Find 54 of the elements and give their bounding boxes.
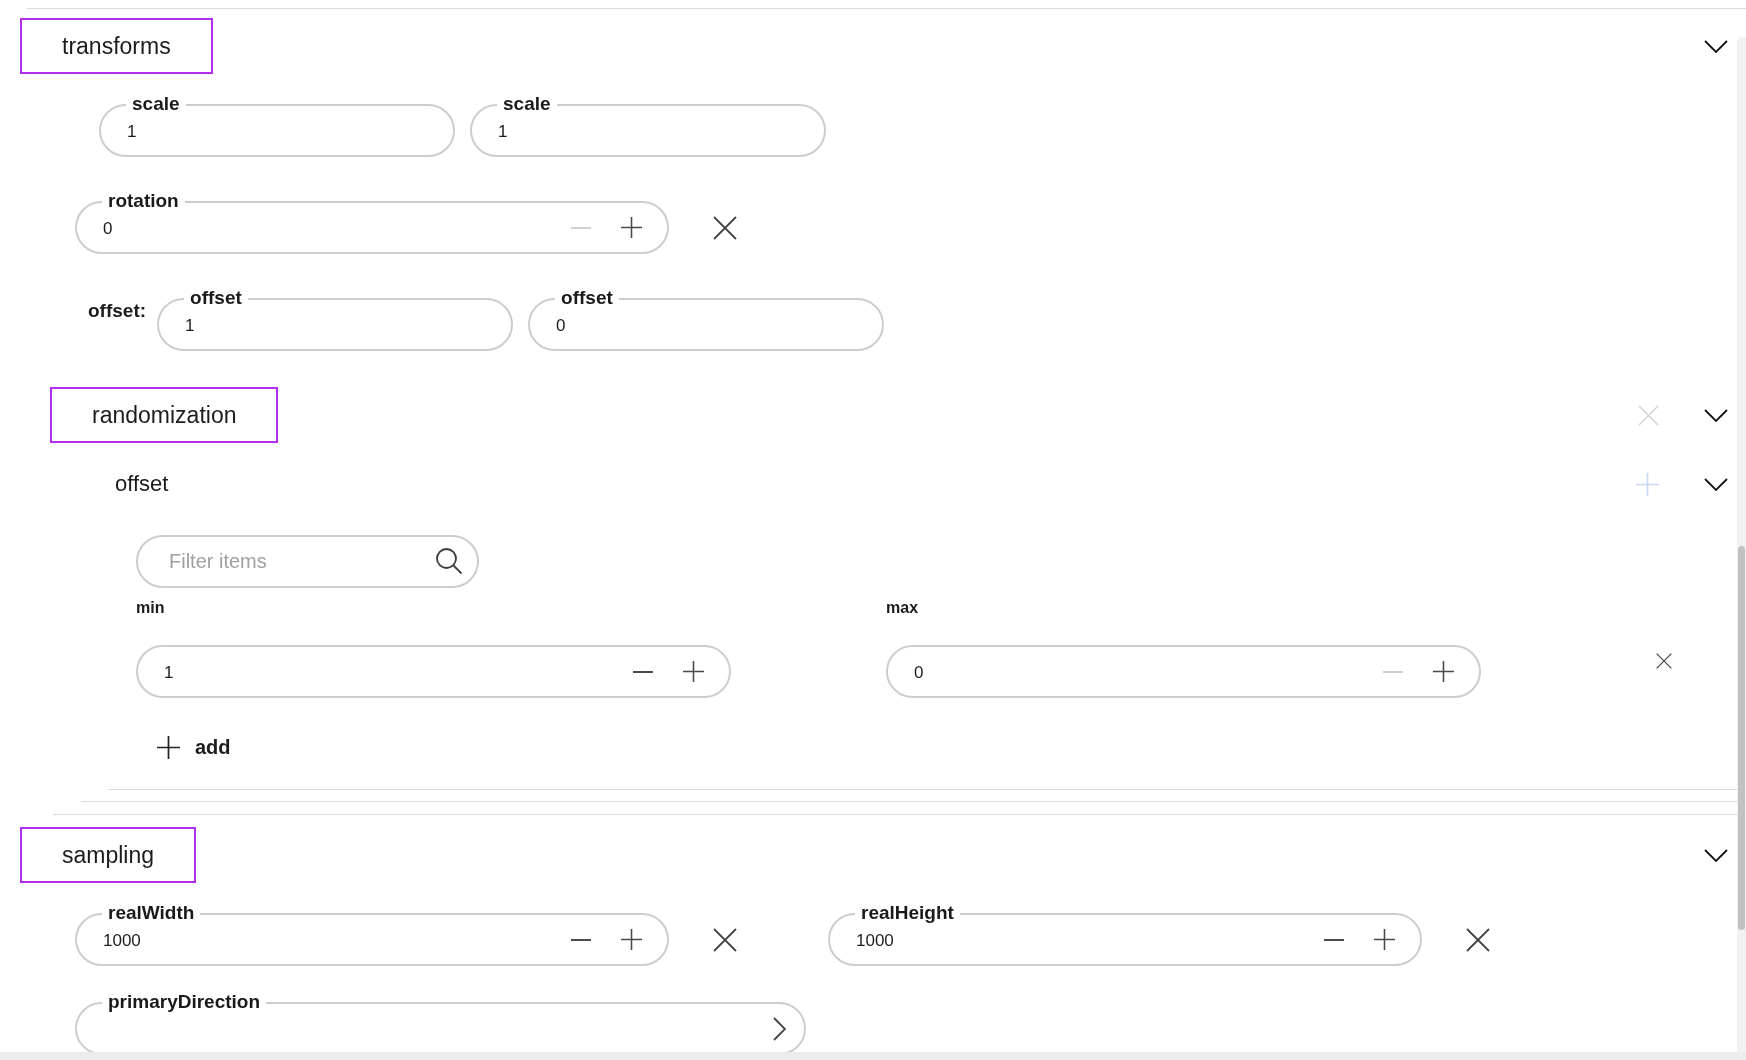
collapse-button[interactable] (1704, 39, 1728, 53)
close-icon (1466, 927, 1490, 952)
section-title: sampling (20, 827, 197, 883)
collapse-button[interactable] (1704, 408, 1728, 422)
number-field[interactable]: 1 (136, 645, 731, 698)
plus-icon (1636, 472, 1659, 496)
close-icon (1638, 404, 1659, 426)
field-value: 1 (498, 120, 508, 143)
field-value: 1 (164, 661, 174, 684)
field-value: 1 (127, 120, 137, 143)
field-value: 1 (185, 314, 195, 337)
remove-button[interactable] (1656, 653, 1672, 669)
field-value: 0 (914, 661, 924, 684)
minus-icon (1383, 670, 1403, 673)
plus-icon (157, 735, 180, 759)
search-icon (436, 548, 462, 574)
section-title: randomization (50, 387, 279, 443)
close-icon (713, 215, 737, 240)
minus-icon (571, 938, 591, 941)
horizontal-scrollbar[interactable] (0, 1052, 1746, 1060)
row-label: offset: (88, 299, 147, 323)
column-header: max (886, 599, 919, 617)
plus-icon (620, 217, 642, 238)
plus-icon (682, 661, 704, 682)
column-header: min (136, 599, 165, 617)
scrollbar[interactable] (1737, 37, 1746, 1052)
number-field[interactable]: 0 (886, 645, 1481, 698)
chevron-down-icon (1704, 848, 1728, 862)
remove-button[interactable] (713, 927, 737, 952)
minus-icon (633, 670, 653, 673)
plus-icon (620, 929, 642, 950)
search-field[interactable]: Filter items (136, 535, 479, 588)
remove-button[interactable] (1466, 927, 1490, 952)
collapse-button[interactable] (1704, 848, 1728, 862)
close-icon (1656, 653, 1672, 669)
chevron-down-icon (1704, 408, 1728, 422)
field-value: 1000 (856, 929, 894, 952)
remove-button[interactable] (713, 215, 737, 240)
collapse-button[interactable] (1704, 477, 1728, 491)
field-value: 1000 (103, 929, 141, 952)
field-value: 0 (103, 217, 113, 240)
scrollbar-thumb[interactable] (1738, 546, 1745, 930)
field-value: 0 (556, 314, 566, 337)
close-icon (713, 927, 737, 952)
section-title: transforms (20, 18, 213, 74)
minus-icon (571, 226, 591, 229)
group-title: offset (115, 471, 169, 497)
add-button[interactable]: add (157, 733, 231, 761)
chevron-right-icon (773, 1016, 786, 1041)
plus-icon (1373, 929, 1395, 950)
plus-icon (1432, 661, 1454, 682)
chevron-down-icon (1704, 477, 1728, 491)
chevron-down-icon (1704, 39, 1728, 53)
minus-icon (1324, 938, 1344, 941)
